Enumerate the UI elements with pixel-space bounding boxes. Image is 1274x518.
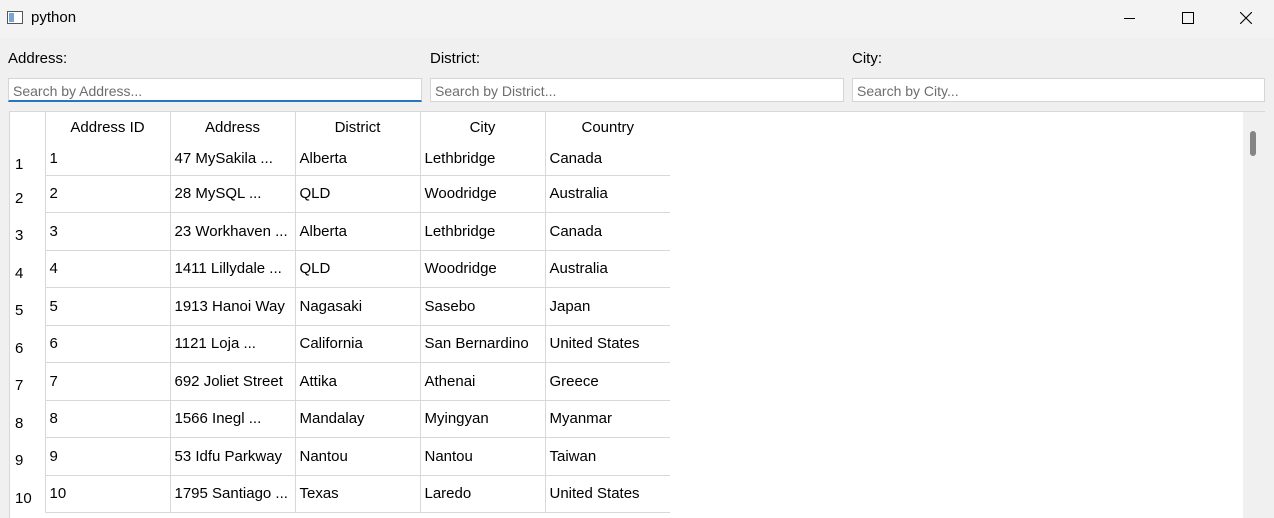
table-row[interactable]: 3 3 23 Workhaven ... Alberta Lethbridge Canad… bbox=[10, 212, 670, 251]
city-cell[interactable]: Lethbridge bbox=[419, 143, 545, 176]
address-filter-label: Address: bbox=[8, 50, 68, 67]
country-cell[interactable]: Australia bbox=[544, 175, 670, 213]
row-header[interactable]: 3 bbox=[10, 213, 45, 251]
minimize-icon bbox=[1124, 18, 1135, 19]
address-cell[interactable]: 1566 Inegl ... bbox=[169, 400, 295, 438]
address-id-cell[interactable]: 4 bbox=[44, 250, 170, 288]
app-window-icon bbox=[7, 11, 23, 24]
table-row[interactable]: 6 6 1121 Loja ... California San Bernardino U… bbox=[10, 325, 670, 363]
district-cell[interactable]: Nagasaki bbox=[294, 287, 420, 326]
minimize-button[interactable] bbox=[1101, 0, 1159, 36]
address-cell[interactable]: 28 MySQL ... bbox=[169, 175, 295, 213]
country-cell[interactable]: United States bbox=[544, 475, 670, 513]
country-cell[interactable]: Canada bbox=[544, 143, 670, 176]
title-bar: python bbox=[0, 0, 1274, 38]
district-cell[interactable]: Texas bbox=[294, 475, 420, 513]
row-header[interactable]: 1 bbox=[10, 143, 45, 175]
header-row: Address ID Address District City Country bbox=[10, 112, 670, 143]
country-cell[interactable]: United States bbox=[544, 325, 670, 363]
scroll-thumb[interactable] bbox=[1250, 131, 1256, 156]
country-cell[interactable]: Canada bbox=[544, 212, 670, 251]
country-cell[interactable]: Australia bbox=[544, 250, 670, 288]
district-search-input[interactable] bbox=[430, 78, 844, 102]
table-row[interactable]: 9 9 53 Idfu Parkway Nantou Nantou Taiwan bbox=[10, 437, 670, 476]
window-title: python bbox=[31, 9, 77, 26]
address-cell[interactable]: 1121 Loja ... bbox=[169, 325, 295, 363]
address-cell[interactable]: 692 Joliet Street bbox=[169, 362, 295, 401]
row-header[interactable]: 2 bbox=[10, 175, 45, 213]
city-cell[interactable]: Laredo bbox=[419, 475, 545, 513]
address-id-cell[interactable]: 6 bbox=[44, 325, 170, 363]
row-header[interactable]: 6 bbox=[10, 325, 45, 363]
city-cell[interactable]: Woodridge bbox=[419, 175, 545, 213]
address-search-input[interactable] bbox=[8, 78, 422, 102]
city-cell[interactable]: Myingyan bbox=[419, 400, 545, 438]
column-header-address-id[interactable]: Address ID bbox=[44, 112, 170, 143]
table-row[interactable]: 5 5 1913 Hanoi Way Nagasaki Sasebo Japan bbox=[10, 287, 670, 326]
column-header-district[interactable]: District bbox=[294, 112, 420, 143]
district-filter-label: District: bbox=[430, 50, 480, 67]
city-cell[interactable]: Woodridge bbox=[419, 250, 545, 288]
district-cell[interactable]: QLD bbox=[294, 250, 420, 288]
city-cell[interactable]: Athenai bbox=[419, 362, 545, 401]
address-id-cell[interactable]: 1 bbox=[44, 143, 170, 176]
table-row[interactable]: 7 7 692 Joliet Street Attika Athenai Greece bbox=[10, 362, 670, 401]
maximize-icon bbox=[1182, 12, 1194, 24]
address-cell[interactable]: 23 Workhaven ... bbox=[169, 212, 295, 251]
address-id-cell[interactable]: 3 bbox=[44, 212, 170, 251]
row-header[interactable]: 10 bbox=[10, 475, 45, 513]
row-header[interactable]: 4 bbox=[10, 250, 45, 288]
address-id-cell[interactable]: 10 bbox=[44, 475, 170, 513]
district-cell[interactable]: Alberta bbox=[294, 212, 420, 251]
district-cell[interactable]: QLD bbox=[294, 175, 420, 213]
address-id-cell[interactable]: 8 bbox=[44, 400, 170, 438]
address-cell[interactable]: 1913 Hanoi Way bbox=[169, 287, 295, 326]
address-id-cell[interactable]: 5 bbox=[44, 287, 170, 326]
table-row[interactable]: 8 8 1566 Inegl ... Mandalay Myingyan Myanmar bbox=[10, 400, 670, 438]
table-row[interactable]: 2 2 28 MySQL ... QLD Woodridge Australia bbox=[10, 175, 670, 213]
country-cell[interactable]: Myanmar bbox=[544, 400, 670, 438]
address-cell[interactable]: 1795 Santiago ... bbox=[169, 475, 295, 513]
country-cell[interactable]: Greece bbox=[544, 362, 670, 401]
district-cell[interactable]: Attika bbox=[294, 362, 420, 401]
city-cell[interactable]: San Bernardino bbox=[419, 325, 545, 363]
district-cell[interactable]: California bbox=[294, 325, 420, 363]
city-search-input[interactable] bbox=[852, 78, 1265, 102]
row-header[interactable]: 8 bbox=[10, 400, 45, 438]
country-cell[interactable]: Japan bbox=[544, 287, 670, 326]
district-cell[interactable]: Nantou bbox=[294, 437, 420, 476]
table-row[interactable]: 1 1 47 MySakila ... Alberta Lethbridge Canada bbox=[10, 143, 670, 176]
column-header-country[interactable]: Country bbox=[544, 112, 670, 143]
district-cell[interactable]: Alberta bbox=[294, 143, 420, 176]
address-cell[interactable]: 53 Idfu Parkway bbox=[169, 437, 295, 476]
address-table[interactable]: Address ID Address District City Country… bbox=[9, 111, 1265, 518]
city-cell[interactable]: Sasebo bbox=[419, 287, 545, 326]
maximize-button[interactable] bbox=[1159, 0, 1217, 36]
address-id-cell[interactable]: 2 bbox=[44, 175, 170, 213]
row-header[interactable]: 9 bbox=[10, 438, 45, 476]
close-button[interactable] bbox=[1217, 0, 1274, 36]
city-cell[interactable]: Nantou bbox=[419, 437, 545, 476]
column-header-address[interactable]: Address bbox=[169, 112, 295, 143]
address-grid: Address ID Address District City Country… bbox=[10, 112, 670, 513]
address-id-cell[interactable]: 7 bbox=[44, 362, 170, 401]
address-cell[interactable]: 1411 Lillydale ... bbox=[169, 250, 295, 288]
column-header-city[interactable]: City bbox=[419, 112, 545, 143]
row-header[interactable]: 7 bbox=[10, 363, 45, 401]
vertical-scrollbar[interactable] bbox=[1243, 112, 1265, 518]
city-filter-label: City: bbox=[852, 50, 882, 67]
district-cell[interactable]: Mandalay bbox=[294, 400, 420, 438]
table-row[interactable]: 10 10 1795 Santiago ... Texas Laredo United S… bbox=[10, 475, 670, 513]
city-cell[interactable]: Lethbridge bbox=[419, 212, 545, 251]
table-row[interactable]: 4 4 1411 Lillydale ... QLD Woodridge Australi… bbox=[10, 250, 670, 288]
address-cell[interactable]: 47 MySakila ... bbox=[169, 143, 295, 176]
row-header[interactable]: 5 bbox=[10, 288, 45, 326]
corner-header[interactable] bbox=[10, 112, 45, 143]
country-cell[interactable]: Taiwan bbox=[544, 437, 670, 476]
address-id-cell[interactable]: 9 bbox=[44, 437, 170, 476]
close-icon bbox=[1240, 12, 1252, 24]
